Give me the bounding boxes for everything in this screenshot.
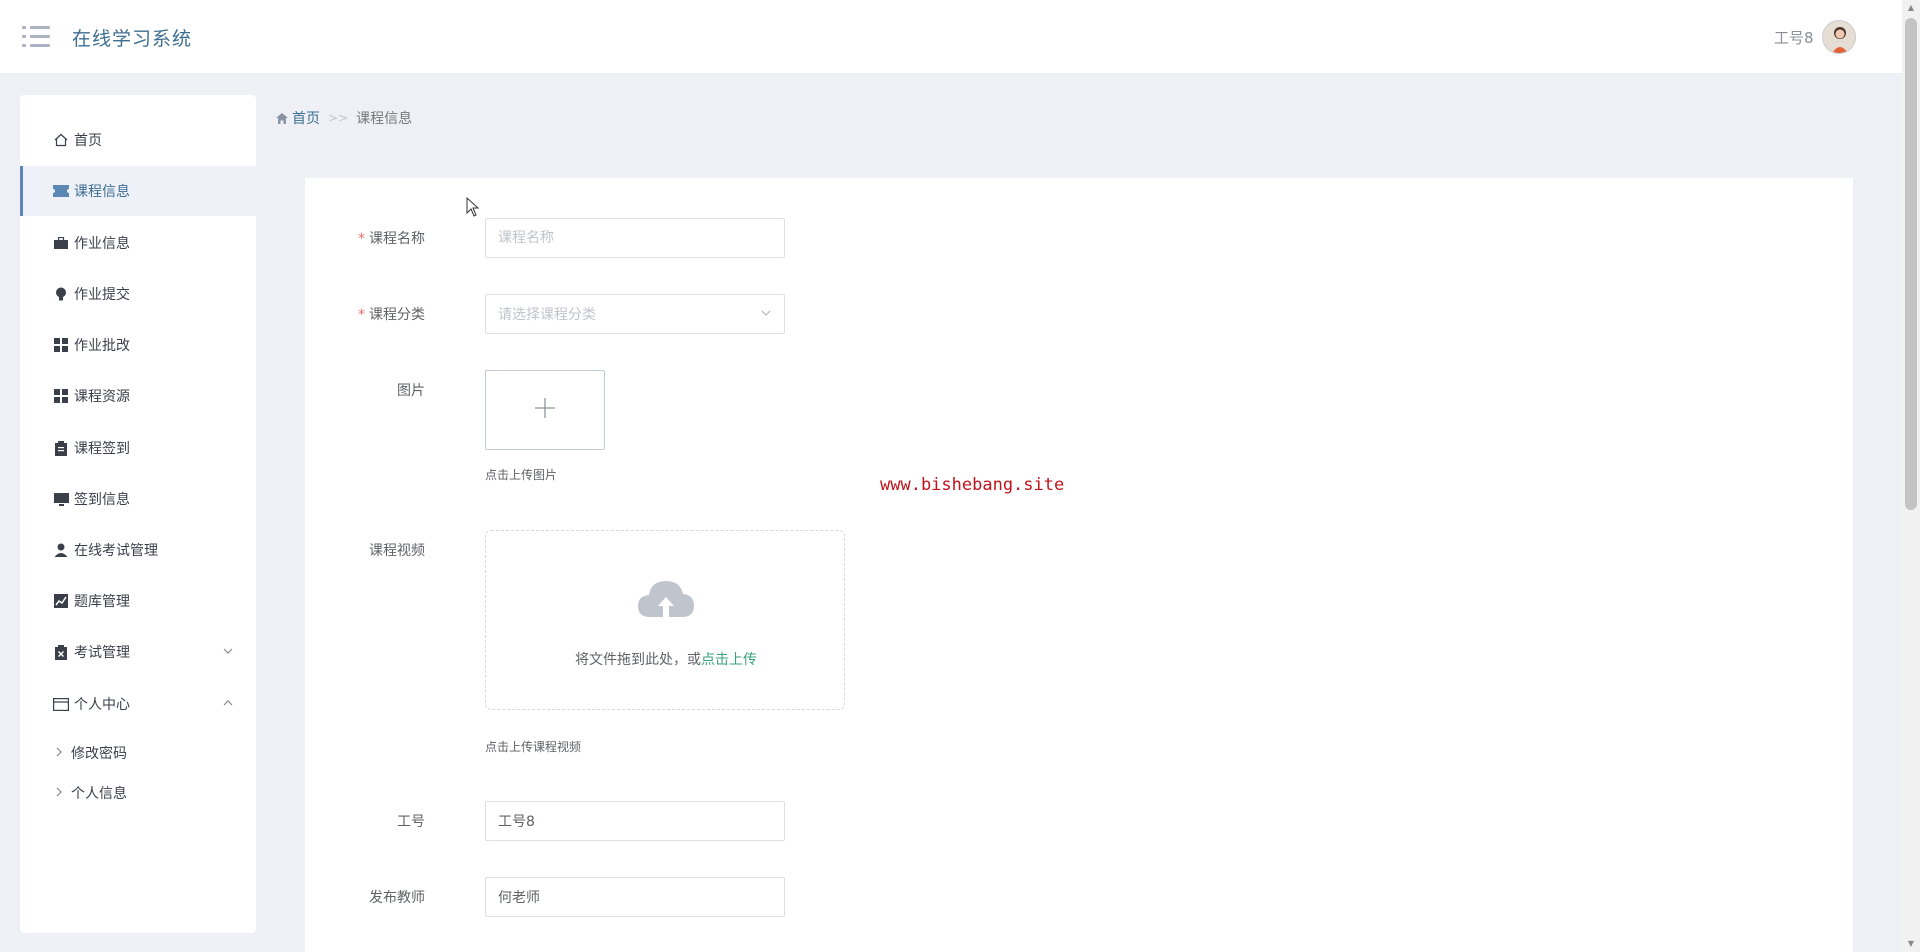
sidebar-item-homework-info[interactable]: 作业信息 (20, 218, 256, 268)
course-category-select[interactable]: 请选择课程分类 (485, 294, 785, 334)
sidebar-item-question-bank[interactable]: 题库管理 (20, 576, 256, 626)
sidebar-item-label: 签到信息 (74, 492, 130, 508)
briefcase-icon (53, 235, 69, 251)
breadcrumb-home[interactable]: 首页 (276, 108, 320, 128)
teacher-input[interactable] (485, 877, 785, 917)
sidebar-item-label: 课程信息 (74, 184, 130, 200)
user-name[interactable]: 工号8 (1774, 27, 1814, 48)
sidebar-item-label: 首页 (74, 133, 102, 149)
sidebar-subitem-personal-info[interactable]: 个人信息 (20, 775, 256, 811)
video-upload-link[interactable]: 点击上传 (701, 652, 757, 668)
course-category-label: * 课程分类 (305, 304, 425, 324)
sidebar-subitem-label: 个人信息 (71, 786, 127, 802)
course-name-label: * 课程名称 (305, 228, 425, 248)
sidebar-item-label: 课程签到 (74, 441, 130, 457)
required-mark: * (358, 231, 365, 247)
grid-icon (53, 388, 69, 404)
course-category-placeholder: 请选择课程分类 (498, 307, 596, 323)
chart-icon (53, 593, 69, 609)
sidebar-item-course-checkin[interactable]: 课程签到 (20, 423, 256, 473)
mouse-cursor-icon (466, 196, 480, 221)
video-drag-text: 将文件拖到此处，或点击上传 (486, 649, 846, 669)
chevron-down-icon (760, 307, 772, 322)
sidebar-item-label: 题库管理 (74, 594, 130, 610)
breadcrumb-home-label: 首页 (292, 111, 320, 127)
sidebar-item-label: 课程资源 (74, 389, 130, 405)
video-label: 课程视频 (369, 543, 425, 559)
cloud-upload-icon (636, 573, 696, 627)
teacher-label: 发布教师 (369, 890, 425, 906)
sidebar-item-exam-management[interactable]: 考试管理 (20, 627, 256, 677)
sidebar-item-label: 作业信息 (74, 236, 130, 252)
chevron-down-icon (222, 645, 234, 657)
image-upload-button[interactable] (485, 370, 605, 450)
breadcrumb-separator: >> (328, 111, 349, 125)
sidebar-subitem-label: 修改密码 (71, 746, 127, 762)
chevron-right-icon (55, 786, 63, 800)
avatar[interactable] (1822, 20, 1856, 54)
scroll-down-icon[interactable]: ▼ (1905, 938, 1917, 950)
sidebar-item-label: 个人中心 (74, 697, 130, 713)
sidebar-item-personal-center[interactable]: 个人中心 (20, 679, 256, 729)
sidebar-item-homework-grading[interactable]: 作业批改 (20, 320, 256, 370)
scroll-up-icon[interactable]: ▲ (1905, 2, 1917, 14)
plus-icon (533, 396, 557, 424)
breadcrumb-current: 课程信息 (356, 111, 413, 127)
scrollbar-thumb[interactable] (1905, 18, 1917, 510)
sidebar-item-label: 作业批改 (74, 338, 130, 354)
breadcrumb: 首页 >> 课程信息 (276, 108, 412, 128)
image-label: 图片 (397, 383, 425, 399)
ticket-icon (53, 183, 69, 199)
clipboard-x-icon (53, 644, 69, 660)
chevron-right-icon (55, 746, 63, 760)
sidebar-subitem-change-password[interactable]: 修改密码 (20, 735, 256, 771)
form-card: *课程名称 *课程分类 请选择课程分类 图片 点击上传图片 课程视频 将文件拖到… (305, 178, 1853, 952)
required-mark: * (358, 307, 365, 323)
sidebar-item-label: 考试管理 (74, 645, 130, 661)
sidebar-item-homework-submit[interactable]: 作业提交 (20, 269, 256, 319)
video-upload-hint: 点击上传课程视频 (485, 740, 582, 754)
sidebar: 首页 课程信息 作业信息 作业提交 作业批改 课程资源 课程签到 签到信息 在线… (20, 95, 256, 933)
sidebar-item-course-info[interactable]: 课程信息 (20, 166, 256, 216)
home-icon (53, 132, 69, 148)
video-drag-instruction: 将文件拖到此处，或 (575, 652, 701, 668)
bulb-icon (53, 286, 69, 302)
grid-icon (53, 337, 69, 353)
course-name-label-text: 课程名称 (369, 231, 425, 247)
sidebar-item-home[interactable]: 首页 (20, 115, 256, 165)
sidebar-item-checkin-info[interactable]: 签到信息 (20, 474, 256, 524)
sidebar-item-online-exam[interactable]: 在线考试管理 (20, 525, 256, 575)
sidebar-item-label: 作业提交 (74, 287, 130, 303)
top-header: 在线学习系统 工号8 (0, 0, 1920, 74)
monitor-icon (53, 491, 69, 507)
app-title: 在线学习系统 (72, 28, 193, 50)
home-icon (276, 112, 288, 124)
menu-toggle-icon[interactable] (22, 26, 50, 48)
wallet-icon (53, 696, 69, 712)
clipboard-icon (53, 440, 69, 456)
employee-no-label: 工号 (397, 814, 425, 830)
chevron-up-icon (222, 697, 234, 709)
sidebar-item-course-resources[interactable]: 课程资源 (20, 371, 256, 421)
video-upload-dragger[interactable]: 将文件拖到此处，或点击上传 (485, 530, 845, 710)
watermark-text: www.bishebang.site (880, 475, 1065, 495)
sidebar-item-label: 在线考试管理 (74, 543, 158, 559)
course-category-label-text: 课程分类 (369, 307, 425, 323)
image-upload-hint: 点击上传图片 (485, 468, 558, 482)
user-icon (53, 542, 69, 558)
employee-no-input[interactable] (485, 801, 785, 841)
course-name-input[interactable] (485, 218, 785, 258)
